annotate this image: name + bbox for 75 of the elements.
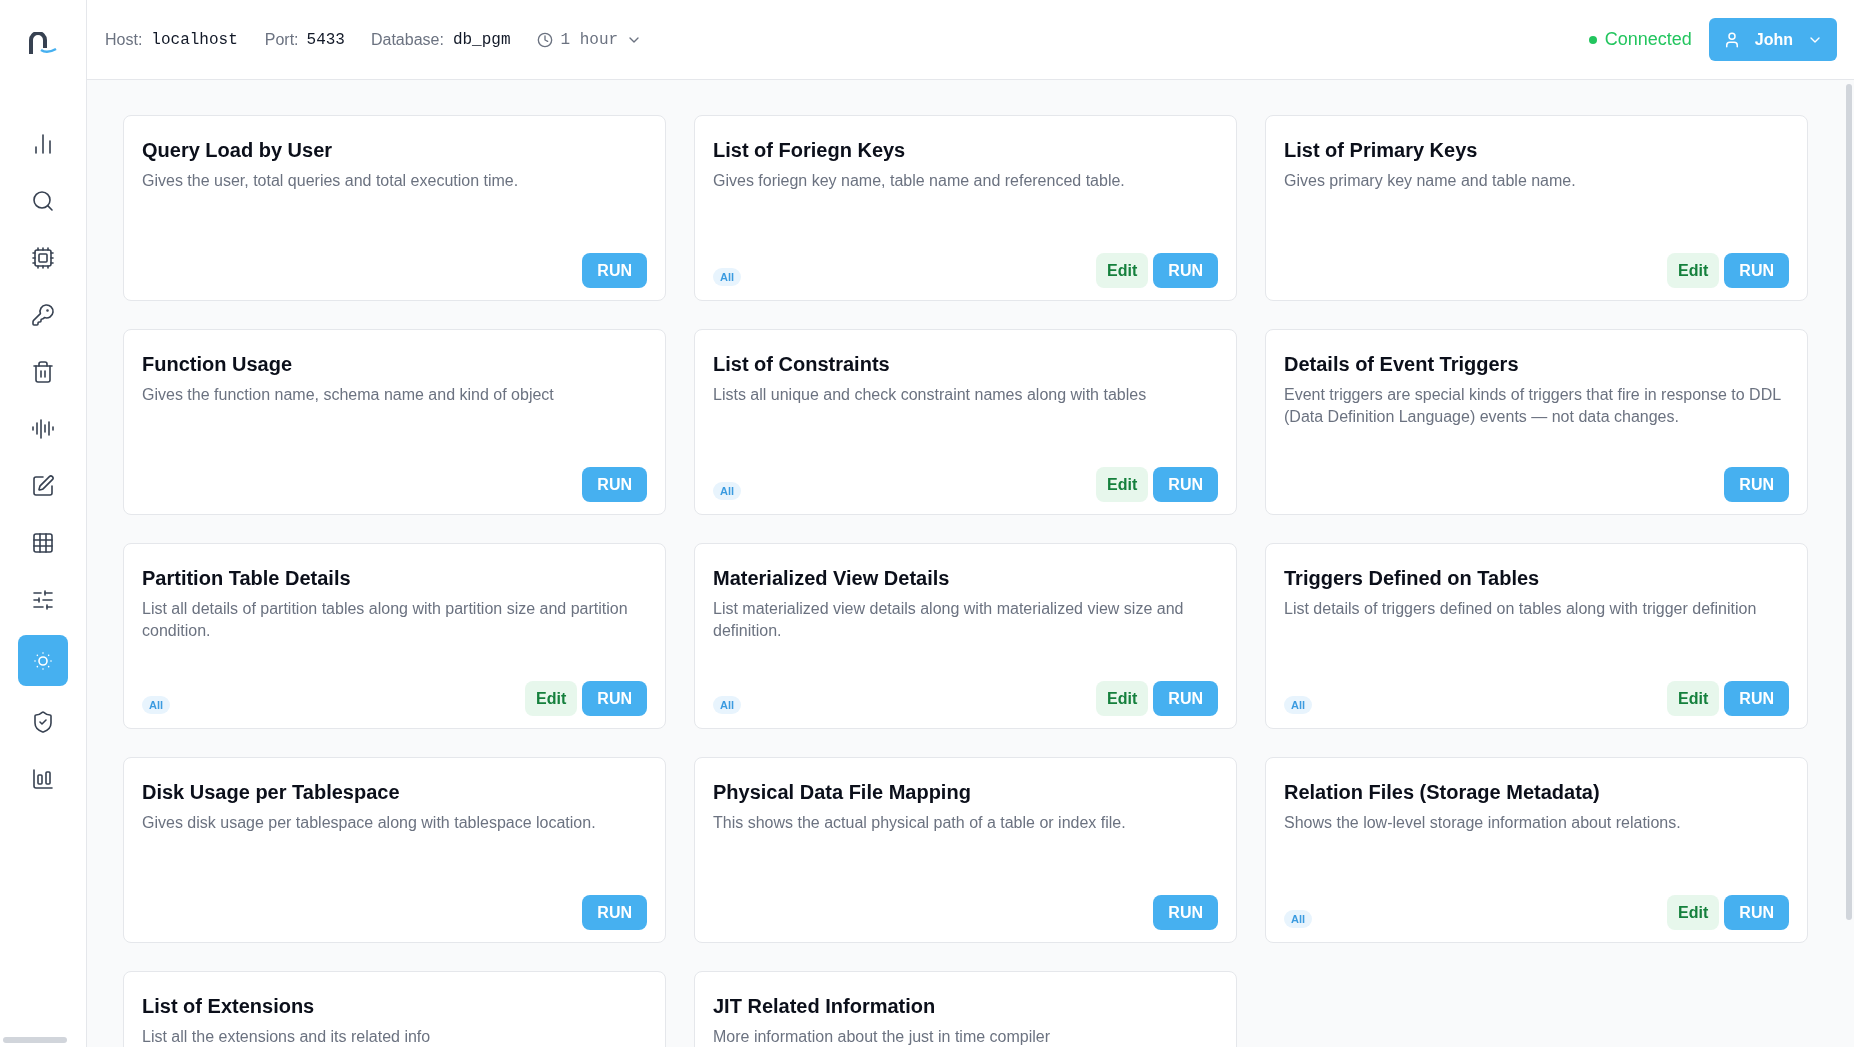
card-title: Details of Event Triggers <box>1284 352 1520 377</box>
port-value: 5433 <box>306 29 345 51</box>
key-icon <box>31 302 55 327</box>
edit-button[interactable]: Edit <box>525 681 578 716</box>
tag-label: All <box>713 695 742 714</box>
card-title: Disk Usage per Tablespace <box>142 780 401 805</box>
scrollbar <box>3 1037 67 1043</box>
run-button[interactable]: RUN <box>1153 895 1218 930</box>
port-label: Port: <box>264 29 299 50</box>
card-description: More information about the just in time compiler <box>713 1027 1052 1047</box>
card-description: Gives primary key name and table name. <box>1284 171 1577 191</box>
database-label: Database: <box>370 29 444 50</box>
card-description: Lists all unique and check constraint names along with tables <box>713 385 1148 405</box>
edit-button[interactable]: Edit <box>1096 467 1149 502</box>
card-title: List of Extensions <box>142 994 316 1019</box>
run-button[interactable]: RUN <box>1153 681 1218 716</box>
edit-icon <box>31 473 55 498</box>
connection-status: Connected <box>1604 28 1692 51</box>
tag-label: All <box>713 481 742 500</box>
card-title: JIT Related Information <box>713 994 937 1019</box>
tag-label: All <box>1284 695 1313 714</box>
logo-icon <box>28 32 58 56</box>
card-description: Event triggers are special kinds of triggers that fire in response to DDL (Data Definition Language) events — not data changes. <box>1284 385 1782 427</box>
shield-check-icon <box>31 709 55 734</box>
chip-icon <box>31 245 55 270</box>
run-button[interactable]: RUN <box>1153 467 1218 502</box>
edit-button[interactable]: Edit <box>1667 681 1720 716</box>
run-button[interactable]: RUN <box>1724 681 1789 716</box>
search-icon <box>31 188 55 213</box>
tag-label: All <box>713 267 742 286</box>
host-value: localhost <box>151 29 238 51</box>
edit-button[interactable]: Edit <box>1096 253 1149 288</box>
card-title: List of Primary Keys <box>1284 138 1479 163</box>
run-button[interactable]: RUN <box>582 253 647 288</box>
card-description: Gives the user, total queries and total execution time. <box>142 171 520 191</box>
card-description: Gives the function name, schema name and kind of object <box>142 385 555 405</box>
card-title: Function Usage <box>142 352 293 377</box>
audio-lines-icon <box>31 416 55 441</box>
run-button[interactable]: RUN <box>1724 895 1789 930</box>
run-button[interactable]: RUN <box>582 467 647 502</box>
card-title: List of Constraints <box>713 352 891 377</box>
tag-label: All <box>142 695 171 714</box>
card-title: Materialized View Details <box>713 566 951 591</box>
card-description: List details of triggers defined on tables along with trigger definition <box>1284 599 1758 619</box>
run-button[interactable]: RUN <box>1724 467 1789 502</box>
run-button[interactable]: RUN <box>582 681 647 716</box>
card-description: List all the extensions and its related info <box>142 1027 432 1047</box>
user-menu-button[interactable]: John <box>1708 18 1837 61</box>
tag-label: All <box>1284 909 1313 928</box>
card-description: Gives foriegn key name, table name and referenced table. <box>713 171 1126 191</box>
card-description: This shows the actual physical path of a table or index file. <box>713 813 1127 833</box>
database-value: db_pgm <box>452 29 511 51</box>
card-title: Query Load by User <box>142 138 334 163</box>
card-title: Triggers Defined on Tables <box>1284 566 1541 591</box>
clock-icon <box>536 31 553 48</box>
run-button[interactable]: RUN <box>582 895 647 930</box>
time-range-dropdown[interactable]: 1 hour <box>536 27 643 52</box>
sliders-icon <box>31 587 55 612</box>
run-button[interactable]: RUN <box>1724 253 1789 288</box>
run-button[interactable]: RUN <box>1153 253 1218 288</box>
card-title: Relation Files (Storage Metadata) <box>1284 780 1601 805</box>
report-chart-icon <box>31 766 55 791</box>
grid-icon <box>31 530 55 555</box>
edit-button[interactable]: Edit <box>1096 681 1149 716</box>
edit-button[interactable]: Edit <box>1667 895 1720 930</box>
card-title: Physical Data File Mapping <box>713 780 972 805</box>
card-description: List all details of partition tables along with partition size and partition condition. <box>142 599 629 641</box>
card-title: List of Foriegn Keys <box>713 138 907 163</box>
card-description: Shows the low-level storage information about relations. <box>1284 813 1682 833</box>
card-title: Partition Table Details <box>142 566 352 591</box>
trash-icon <box>31 359 55 384</box>
edit-button[interactable]: Edit <box>1667 253 1720 288</box>
host-label: Host: <box>105 29 143 50</box>
card-description: Gives disk usage per tablespace along with tablespace location. <box>142 813 597 833</box>
card-description: List materialized view details along with materialized view size and definition. <box>713 599 1185 641</box>
